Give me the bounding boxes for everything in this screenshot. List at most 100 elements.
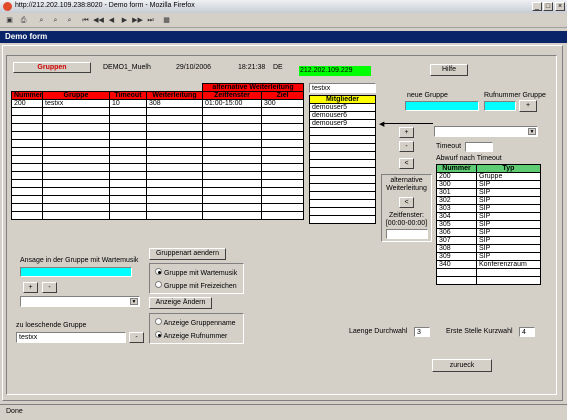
prev-icon[interactable]: ◀ (106, 15, 117, 26)
table-cell (260, 115, 305, 124)
list-item[interactable] (309, 159, 376, 168)
groups-button[interactable]: Gruppen (13, 62, 91, 73)
list-item[interactable] (309, 207, 376, 216)
back-button[interactable]: zurueck (432, 359, 492, 372)
next-icon[interactable]: ▶ (119, 15, 130, 26)
next-page-icon[interactable]: ▶▶ (132, 15, 143, 26)
table-cell (260, 203, 305, 212)
table-row[interactable] (436, 268, 541, 277)
table-row[interactable]: 340 Konferenzraum (436, 260, 541, 269)
table-row[interactable]: 301 SIP (436, 188, 541, 197)
group-filter-input[interactable]: testxx (309, 83, 376, 93)
list-item[interactable] (309, 199, 376, 208)
radio-button[interactable] (155, 268, 162, 275)
table-row[interactable] (11, 171, 305, 180)
table-row[interactable]: 300 SIP (436, 180, 541, 189)
remove-member-button[interactable]: - (399, 141, 414, 152)
list-item[interactable] (309, 191, 376, 200)
table-row[interactable] (11, 107, 305, 116)
table-row[interactable]: 309 SIP (436, 252, 541, 261)
time-window-input[interactable] (386, 229, 428, 239)
prev-page-icon[interactable]: ◀◀ (93, 15, 104, 26)
table-row[interactable] (11, 115, 305, 124)
group-col-header: Weiterleitung (146, 91, 203, 100)
radio-button[interactable] (155, 281, 162, 288)
table-row[interactable]: 308 SIP (436, 244, 541, 253)
minimize-button[interactable]: _ (532, 2, 542, 11)
table-row[interactable] (11, 147, 305, 156)
display-option-1[interactable]: Anzeige Rufnummer (155, 331, 227, 340)
list-item[interactable] (309, 127, 376, 136)
dial-length-input[interactable]: 3 (414, 327, 430, 337)
list-item[interactable]: demouser5 (309, 103, 376, 112)
table-row[interactable] (11, 123, 305, 132)
export-icon[interactable]: ▦ (161, 15, 172, 26)
first-icon[interactable]: ⏮ (80, 15, 91, 26)
announce-input[interactable] (20, 267, 132, 277)
new-group-input[interactable] (405, 101, 479, 111)
table-row[interactable]: 303 SIP (436, 204, 541, 213)
list-item[interactable] (309, 175, 376, 184)
maximize-button[interactable]: □ (543, 2, 553, 11)
group-type-option-0[interactable]: Gruppe mit Wartemusik (155, 268, 237, 277)
table-row[interactable]: 304 SIP (436, 212, 541, 221)
chevron-down-icon[interactable]: ▼ (528, 128, 536, 135)
table-row[interactable] (11, 139, 305, 148)
table-row[interactable] (11, 163, 305, 172)
table-row[interactable] (11, 155, 305, 164)
add-group-button[interactable]: + (519, 100, 537, 112)
announce-add-button[interactable]: + (23, 282, 38, 293)
find-icon[interactable]: ⌕ (36, 15, 47, 26)
list-item[interactable] (309, 151, 376, 160)
list-item[interactable]: demouser6 (309, 111, 376, 120)
table-row[interactable] (11, 131, 305, 140)
table-row[interactable]: 305 SIP (436, 220, 541, 229)
table-row[interactable] (11, 203, 305, 212)
announce-remove-button[interactable]: - (42, 282, 57, 293)
table-row[interactable] (11, 211, 305, 220)
member-cell (309, 183, 376, 192)
find-next-icon[interactable]: ⌕ (50, 15, 61, 26)
alt-forward-left-button[interactable]: < (399, 197, 414, 208)
print-icon[interactable]: ⎙ (18, 15, 29, 26)
change-display-button[interactable]: Anzeige Ändern (149, 297, 212, 309)
save-icon[interactable]: ▣ (4, 15, 15, 26)
list-item[interactable] (309, 183, 376, 192)
add-member-button[interactable]: + (399, 127, 414, 138)
radio-button[interactable] (155, 318, 162, 325)
close-button[interactable]: × (555, 2, 565, 11)
radio-button[interactable] (155, 331, 162, 338)
group-type-option-1[interactable]: Gruppe mit Freizeichen (155, 281, 237, 290)
chevron-down-icon[interactable]: ▼ (130, 298, 138, 305)
table-row[interactable]: 302 SIP (436, 196, 541, 205)
list-item[interactable] (309, 167, 376, 176)
member-cell (309, 127, 376, 136)
table-cell (146, 155, 203, 164)
list-item[interactable] (309, 143, 376, 152)
table-row[interactable] (436, 276, 541, 285)
table-row[interactable]: 306 SIP (436, 228, 541, 237)
delete-group-button[interactable]: - (129, 332, 144, 343)
change-group-type-button[interactable]: Gruppenart aendern (149, 248, 226, 260)
move-left-button[interactable]: < (399, 158, 414, 169)
delete-group-input[interactable]: testxx (16, 332, 126, 343)
list-item[interactable] (309, 215, 376, 224)
table-cell: SIP (476, 180, 541, 189)
timeout-input[interactable] (465, 142, 493, 152)
table-row[interactable]: 200 testxx 10 308 01:00-15:00 300 (11, 99, 305, 108)
announce-select[interactable]: ▼ (20, 296, 140, 307)
table-row[interactable]: 307 SIP (436, 236, 541, 245)
table-row[interactable] (11, 179, 305, 188)
list-item[interactable]: demouser9 (309, 119, 376, 128)
help-button[interactable]: Hilfe (430, 64, 468, 76)
last-icon[interactable]: ⏭ (145, 15, 156, 26)
list-item[interactable] (309, 135, 376, 144)
table-row[interactable] (11, 187, 305, 196)
display-option-0[interactable]: Anzeige Gruppenname (155, 318, 236, 327)
table-row[interactable] (11, 195, 305, 204)
group-number-input[interactable] (484, 101, 516, 111)
table-row[interactable]: 200 Gruppe (436, 172, 541, 181)
find-all-icon[interactable]: ⌕ (64, 15, 75, 26)
first-digit-input[interactable]: 4 (519, 327, 535, 337)
target-select[interactable]: ▼ (434, 126, 538, 137)
